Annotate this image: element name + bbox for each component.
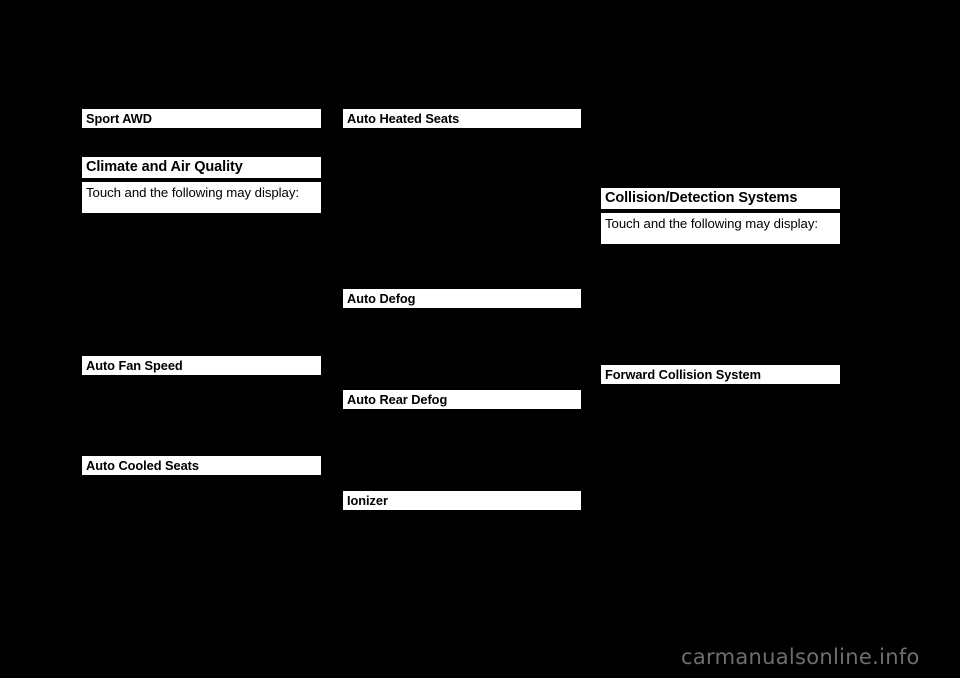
heading-sport-awd: Sport AWD — [82, 109, 321, 128]
section-heading-collision-detection-systems: Collision/Detection Systems — [601, 188, 840, 209]
site-watermark: carmanualsonline.info — [681, 645, 920, 669]
body-text-collision-touch-instruction: Touch and the following may display: — [601, 213, 840, 244]
heading-auto-cooled-seats: Auto Cooled Seats — [82, 456, 321, 475]
heading-auto-heated-seats: Auto Heated Seats — [343, 109, 581, 128]
heading-ionizer: Ionizer — [343, 491, 581, 510]
heading-auto-rear-defog: Auto Rear Defog — [343, 390, 581, 409]
document-page: Sport AWD Climate and Air Quality Touch … — [0, 0, 960, 678]
heading-forward-collision-system: Forward Collision System — [601, 365, 840, 384]
heading-auto-defog: Auto Defog — [343, 289, 581, 308]
section-heading-climate-and-air-quality: Climate and Air Quality — [82, 157, 321, 178]
heading-auto-fan-speed: Auto Fan Speed — [82, 356, 321, 375]
body-text-climate-touch-instruction: Touch and the following may display: — [82, 182, 321, 213]
